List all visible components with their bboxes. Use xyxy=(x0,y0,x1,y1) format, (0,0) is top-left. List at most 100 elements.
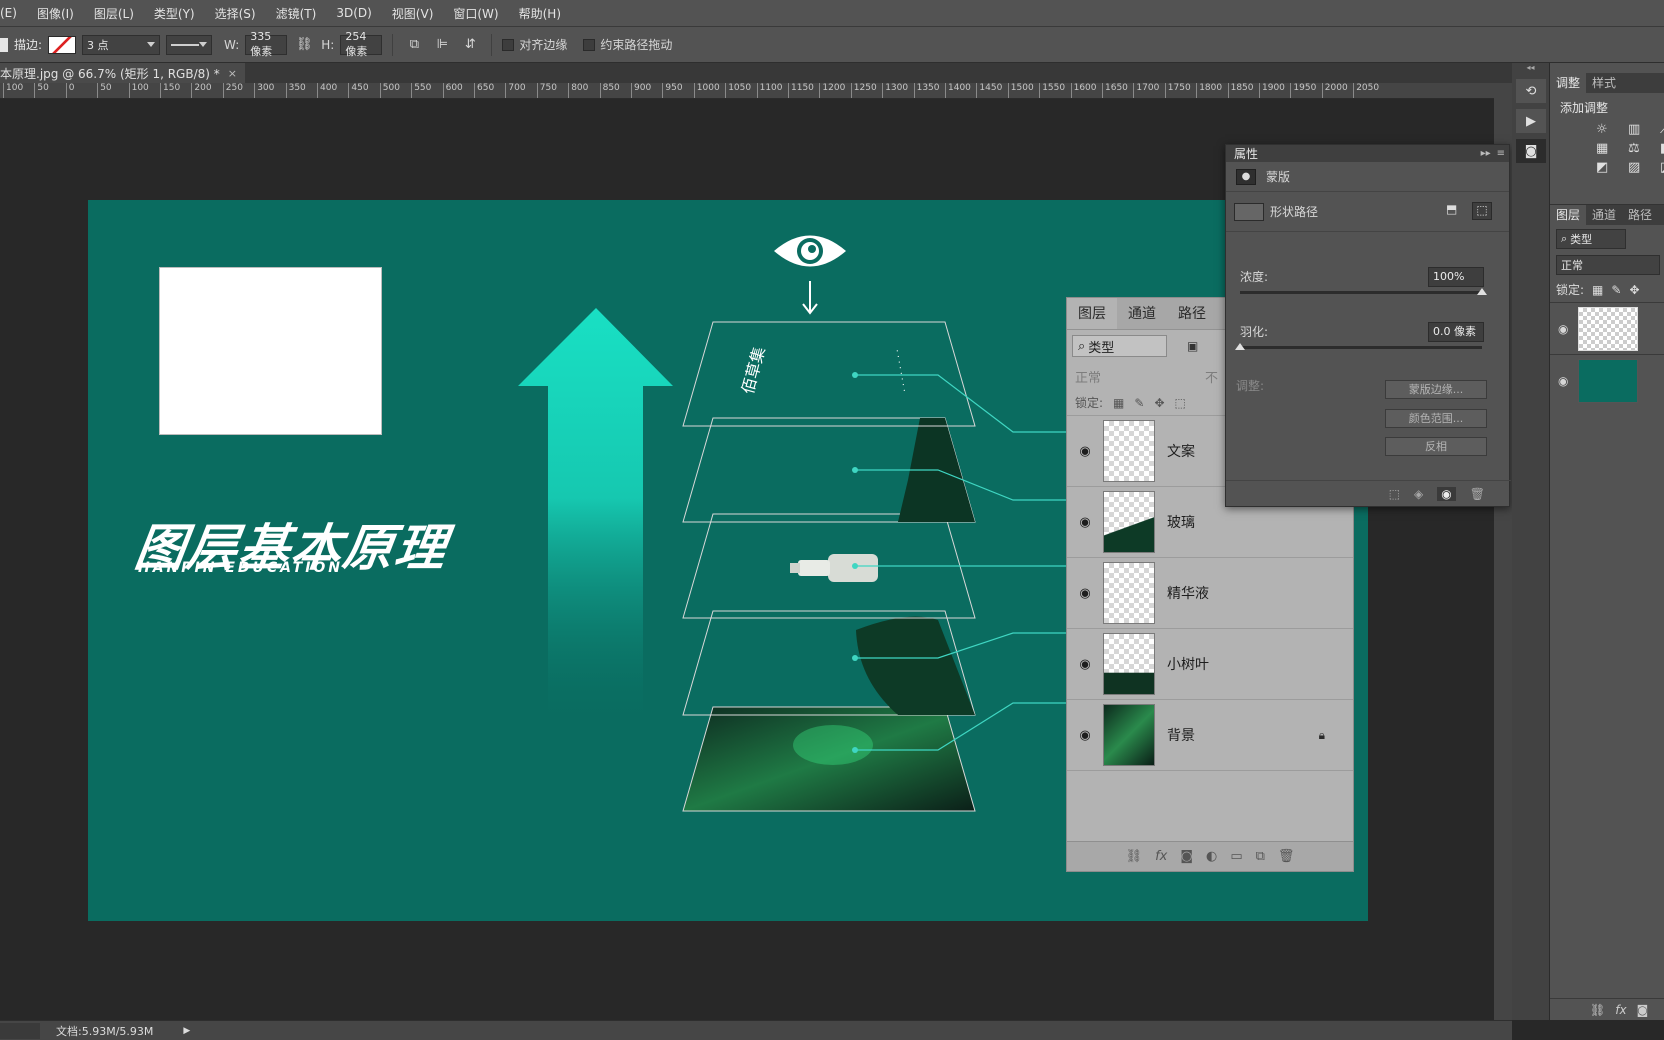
history-icon[interactable]: ⟲ xyxy=(1516,79,1546,103)
ruler-tick-label: 1300 xyxy=(882,83,908,98)
feather-slider-thumb[interactable] xyxy=(1235,343,1245,350)
mask-icon[interactable]: ● xyxy=(1236,168,1256,185)
adjustments-tabs: 调整 样式 xyxy=(1550,73,1664,93)
eye-icon[interactable]: ◉ xyxy=(1437,486,1456,501)
ruler-tick-label: 1950 xyxy=(1290,83,1316,98)
eye-icon: ◉ xyxy=(1079,656,1091,672)
density-field[interactable]: 100% xyxy=(1428,267,1484,287)
feather-field[interactable]: 0.0 像素 xyxy=(1428,322,1484,342)
menu-layer[interactable]: 图层(L) xyxy=(84,5,144,22)
width-field[interactable]: 335 像素 xyxy=(245,30,288,58)
document-tab[interactable]: 本原理.jpg @ 66.7% (矩形 1, RGB/8) * × xyxy=(0,63,245,83)
align-edges-option[interactable]: 对齐边缘 xyxy=(502,36,567,53)
menu-window[interactable]: 窗口(W) xyxy=(443,5,508,22)
menu-view[interactable]: 视图(V) xyxy=(382,5,444,22)
menu-edit[interactable]: (E) xyxy=(0,6,27,20)
lock-move-icon[interactable]: ✥ xyxy=(1629,283,1639,297)
document-canvas[interactable]: 图层基本原理 HANPIN EDUCATION · · · · · · · · … xyxy=(88,200,1368,921)
link-icon: ⛓ xyxy=(1125,849,1143,864)
stroke-color-swatch[interactable] xyxy=(48,35,77,54)
menu-help[interactable]: 帮助(H) xyxy=(509,5,571,22)
color-range-button[interactable]: 颜色范围... xyxy=(1385,409,1487,428)
ruler-tick-label: 1900 xyxy=(1259,83,1285,98)
divider xyxy=(392,33,394,56)
constrain-path-option[interactable]: 约束路径拖动 xyxy=(583,36,672,53)
link-icon[interactable]: ⛓ xyxy=(1590,1003,1605,1017)
selective-color-icon[interactable]: ◪ xyxy=(1660,160,1664,175)
ruler-tick-label: 600 xyxy=(442,83,463,98)
layers-filter-label: 类型 xyxy=(1088,340,1115,356)
eye-icon[interactable]: ◉ xyxy=(1558,322,1568,336)
path-operations-icon[interactable]: ⧉ xyxy=(403,34,425,56)
tab-styles[interactable]: 样式 xyxy=(1586,73,1622,93)
status-menu-icon[interactable]: ▶ xyxy=(183,1026,190,1036)
brightness-icon[interactable]: ☼ xyxy=(1596,122,1622,137)
properties-footer: ⬚ ◈ ◉ 🗑︎ xyxy=(1226,480,1511,506)
svg-text:· · · · · · · ·: · · · · · · · · xyxy=(891,349,908,393)
feather-slider-track[interactable] xyxy=(1240,346,1482,349)
panel-menu-icon[interactable]: ≡ xyxy=(1497,148,1505,159)
gradient-map-icon[interactable]: ▨ xyxy=(1628,160,1654,175)
eye-icon: ◉ xyxy=(1079,727,1091,743)
curves-icon[interactable]: ⟋ xyxy=(1660,122,1664,137)
close-icon[interactable]: × xyxy=(228,67,237,80)
levels-icon[interactable]: ▥ xyxy=(1628,122,1654,137)
vector-mask-icon[interactable]: ⬚ xyxy=(1472,202,1492,220)
layer-row[interactable]: ◉ xyxy=(1550,302,1664,354)
lock-transparent-icon[interactable]: ▦ xyxy=(1592,283,1603,297)
menu-type[interactable]: 类型(Y) xyxy=(144,5,205,22)
mask-edge-button[interactable]: 蒙版边缘... xyxy=(1385,380,1487,399)
eye-icon[interactable]: ◉ xyxy=(1558,374,1568,388)
stroke-type-select[interactable] xyxy=(166,34,213,55)
height-field[interactable]: 254 像素 xyxy=(340,30,383,58)
zoom-field[interactable] xyxy=(0,1022,40,1039)
align-edges-checkbox[interactable] xyxy=(502,38,515,51)
collapse-dock-icon[interactable]: ◂◂ xyxy=(1512,63,1549,73)
search-icon: ⌕ xyxy=(1561,232,1568,245)
opacity-abbr: 不 xyxy=(1205,370,1219,386)
image-filter-icon: ▣ xyxy=(1187,339,1199,353)
hsl-icon[interactable]: ▦ xyxy=(1596,141,1622,156)
tab-paths[interactable]: 路径 xyxy=(1622,205,1658,225)
path-arrangement-icon[interactable]: ⇵ xyxy=(459,34,481,56)
constrain-path-label: 约束路径拖动 xyxy=(600,38,673,52)
menu-select[interactable]: 选择(S) xyxy=(205,5,266,22)
properties-title: 属性 xyxy=(1234,147,1259,161)
fill-swatch-icon[interactable] xyxy=(0,37,8,52)
invert-icon[interactable]: ◩ xyxy=(1596,160,1622,175)
trash-icon[interactable]: 🗑︎ xyxy=(1470,487,1485,501)
fx-icon[interactable]: fx xyxy=(1615,1003,1626,1017)
properties-dock-icon[interactable]: ◙ xyxy=(1516,139,1546,163)
tab-adjustments[interactable]: 调整 xyxy=(1550,73,1587,93)
path-alignment-icon[interactable]: ⊫ xyxy=(431,34,453,56)
link-icon[interactable]: ⛓ xyxy=(293,34,315,56)
layer-thumbnail xyxy=(1103,633,1155,695)
apply-mask-icon[interactable]: ◈ xyxy=(1414,487,1423,501)
tab-layers[interactable]: 图层 xyxy=(1550,205,1587,225)
menu-3d[interactable]: 3D(D) xyxy=(326,6,381,20)
layers-filter-select[interactable]: ⌕ 类型 xyxy=(1556,229,1626,249)
layer-row[interactable]: ◉ xyxy=(1550,354,1664,406)
play-action-icon[interactable]: ▶ xyxy=(1516,109,1546,133)
menu-filter[interactable]: 滤镜(T) xyxy=(266,5,327,22)
ruler-tick-label: 1050 xyxy=(725,83,751,98)
tab-channels[interactable]: 通道 xyxy=(1586,205,1622,225)
add-mask-icon[interactable]: ⬒ xyxy=(1446,202,1466,220)
constrain-path-checkbox[interactable] xyxy=(583,38,596,51)
mask-icon[interactable]: ◙ xyxy=(1637,1003,1649,1017)
menu-image[interactable]: 图像(I) xyxy=(27,5,84,22)
blend-mode-select[interactable]: 正常 xyxy=(1556,255,1660,275)
stroke-size-field[interactable]: 3 点 xyxy=(82,34,161,55)
fx-icon: fx xyxy=(1155,849,1168,864)
bw-icon[interactable]: ◧ xyxy=(1660,141,1664,156)
density-slider-track[interactable] xyxy=(1240,291,1482,294)
lock-paint-icon[interactable]: ✎ xyxy=(1611,283,1621,297)
menu-bar: (E) 图像(I) 图层(L) 类型(Y) 选择(S) 滤镜(T) 3D(D) … xyxy=(0,0,1664,27)
balance-icon[interactable]: ⚖ xyxy=(1628,141,1654,156)
invert-button[interactable]: 反相 xyxy=(1385,437,1487,456)
stroke-line-icon xyxy=(171,43,200,46)
load-selection-icon[interactable]: ⬚ xyxy=(1389,487,1400,501)
ruler-tick-label: 1100 xyxy=(756,83,783,98)
density-slider-thumb[interactable] xyxy=(1477,288,1487,295)
collapse-panel-icon[interactable]: ▸▸ xyxy=(1481,148,1491,159)
